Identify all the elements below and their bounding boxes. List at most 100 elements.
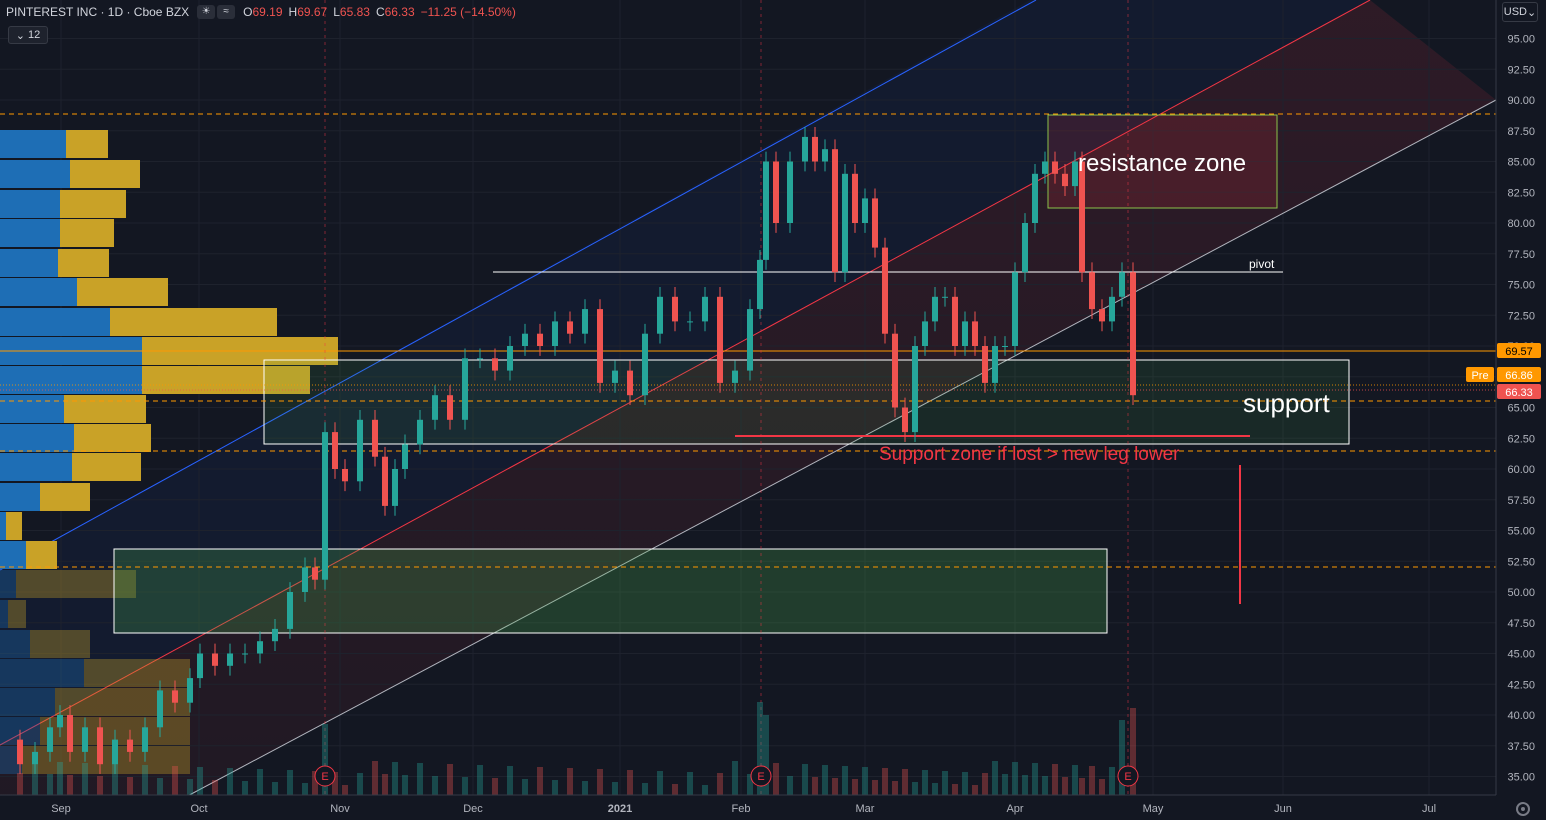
candle-body (287, 592, 293, 629)
volume-profile-bar (0, 130, 66, 158)
volume-profile-bar (72, 453, 141, 481)
close-label: C (375, 5, 385, 19)
volume-bar (702, 785, 708, 795)
chevron-down-icon: ⌄ (1527, 6, 1537, 19)
volume-bar (812, 777, 818, 795)
volume-profile-bar (0, 570, 16, 598)
volume-bar (447, 764, 453, 795)
ohlc-values: O69.19 H69.67 L65.83 C66.33 −11.25 (−14.… (243, 5, 516, 19)
earnings-badge[interactable]: E (1117, 765, 1139, 787)
header-icons: ☀ ≈ (197, 5, 236, 19)
last-price-text: 66.33 (1505, 387, 1533, 399)
volume-profile-bar (6, 512, 22, 540)
time-tick-label: Jun (1274, 803, 1292, 815)
currency-label: USD (1503, 6, 1527, 18)
level-price-tag-text: 69.57 (1505, 346, 1533, 358)
volume-bar (522, 779, 528, 795)
indicator-toggle[interactable]: ⌄ 12 (8, 26, 48, 44)
candle-body (1079, 161, 1085, 273)
candle-body (1032, 173, 1038, 223)
candle-body (1099, 309, 1105, 322)
time-tick-label: Feb (732, 803, 751, 815)
candle-body (142, 727, 148, 752)
candle-body (187, 678, 193, 703)
market-status-icon[interactable]: ☀ (197, 5, 216, 19)
price-tick-label: 47.50 (1507, 618, 1535, 630)
volume-bar (127, 777, 133, 795)
gear-icon[interactable] (1516, 802, 1530, 816)
candle-body (197, 653, 203, 679)
volume-profile-bar (0, 512, 6, 540)
volume-bar (627, 770, 633, 795)
level-price-tag: 69.57 (1497, 343, 1541, 358)
volume-bar (872, 780, 878, 795)
candle-body (787, 161, 793, 223)
volume-profile-bar (0, 659, 84, 687)
earnings-badge[interactable]: E (750, 765, 772, 787)
open-label: O (243, 5, 253, 19)
volume-profile-bar (0, 541, 26, 569)
time-tick-label: Oct (190, 803, 207, 815)
symbol-title[interactable]: PINTEREST INC · 1D · Cboe BZX (6, 5, 189, 19)
volume-bar (17, 773, 23, 795)
candle-body (322, 432, 328, 580)
price-tick-label: 92.50 (1507, 64, 1535, 76)
volume-bar (842, 766, 848, 795)
volume-bar (287, 770, 293, 795)
candle-body (1089, 272, 1095, 310)
volume-bar (507, 766, 513, 795)
volume-bar (852, 779, 858, 795)
candle-body (902, 407, 908, 433)
time-tick-label: May (1143, 803, 1164, 815)
candle-body (687, 321, 693, 323)
candle-body (1002, 346, 1008, 347)
candle-body (952, 296, 958, 346)
volume-bar (172, 766, 178, 795)
volume-bar (687, 772, 693, 795)
time-tick-label: Nov (330, 803, 350, 815)
volume-bar (992, 761, 998, 795)
candle-body (492, 358, 498, 371)
candle-body (357, 419, 363, 482)
volume-bar (567, 768, 573, 795)
volume-bar (382, 774, 388, 795)
candle-body (672, 296, 678, 322)
support-zone[interactable] (263, 359, 1350, 445)
price-chart[interactable]: resistance zone pivot support Support zo… (0, 0, 1546, 820)
candle-body (922, 321, 928, 346)
candle-body (392, 469, 398, 506)
candle-body (1042, 161, 1048, 174)
indicator-count: 12 (27, 29, 41, 41)
volume-bar (67, 775, 73, 795)
candle-body (802, 136, 808, 162)
candle-body (717, 296, 723, 383)
candle-body (67, 715, 73, 752)
volume-profile-bar (84, 659, 190, 687)
volume-bar (402, 775, 408, 795)
candle-body (1130, 272, 1136, 396)
volume-bar (357, 773, 363, 795)
candle-body (657, 296, 663, 334)
price-tick-label: 62.50 (1507, 433, 1535, 445)
candle-body (82, 727, 88, 752)
candle-body (157, 690, 163, 728)
data-mode-icon[interactable]: ≈ (217, 5, 236, 19)
lower-support-zone[interactable] (113, 548, 1108, 634)
earnings-badge[interactable]: E (314, 765, 336, 787)
volume-profile-bar (0, 453, 72, 481)
candle-body (732, 370, 738, 383)
currency-selector[interactable]: USD ⌄ (1502, 2, 1538, 22)
candle-body (417, 419, 423, 445)
volume-bar (942, 771, 948, 795)
volume-profile-bar (58, 249, 109, 277)
volume-bar (477, 765, 483, 795)
last-price-tag: 66.33 (1497, 384, 1541, 399)
volume-bar (197, 767, 203, 795)
open-value: 69.19 (252, 5, 283, 19)
price-tick-label: 95.00 (1507, 34, 1535, 46)
candle-body (912, 346, 918, 433)
volume-bar (432, 776, 438, 795)
volume-bar (932, 783, 938, 795)
candle-body (312, 567, 318, 580)
candle-body (882, 247, 888, 334)
